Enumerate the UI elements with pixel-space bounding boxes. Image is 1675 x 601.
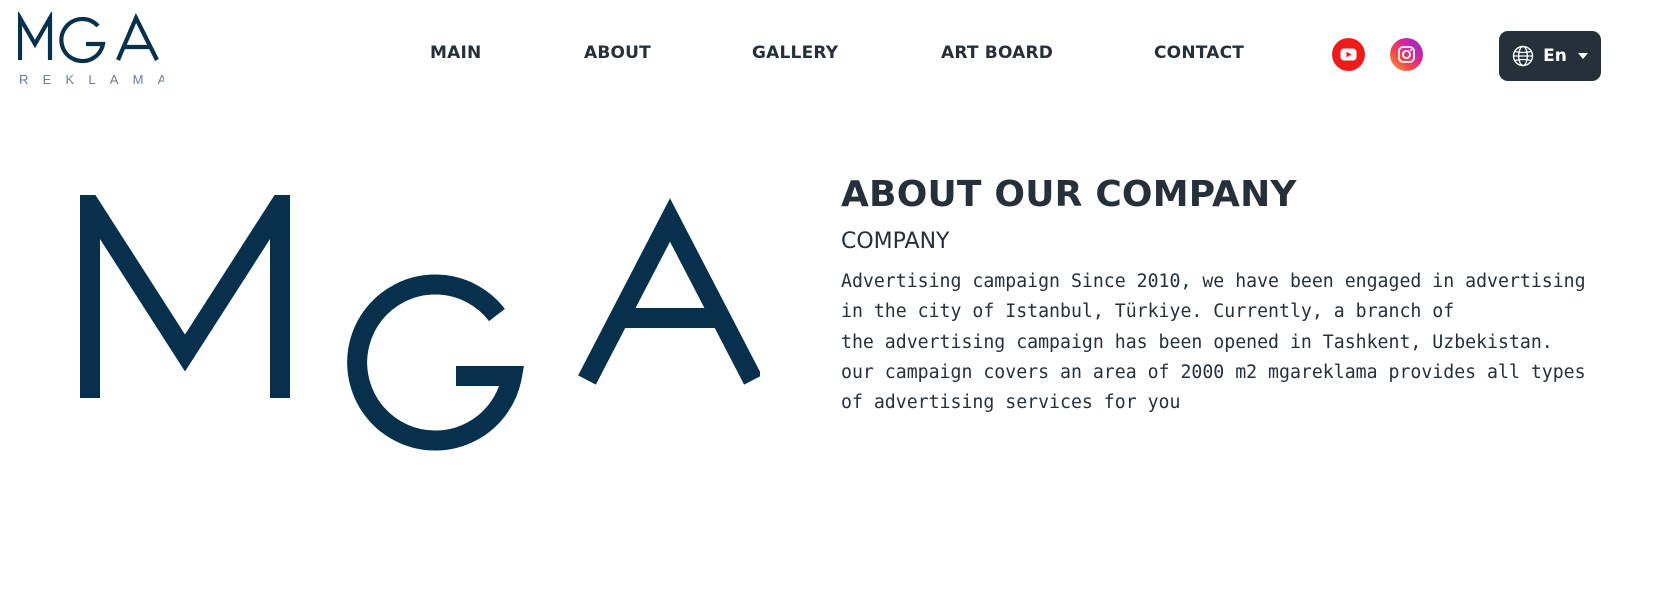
nav-item-contact[interactable]: CONTACT (1154, 43, 1244, 63)
language-label: En (1543, 46, 1567, 66)
globe-icon (1512, 45, 1534, 67)
nav-item-main[interactable]: MAIN (430, 43, 481, 63)
about-paragraph-line: Advertising campaign Since 2010, we have… (841, 271, 1586, 292)
nav-item-art-board[interactable]: ART BOARD (941, 43, 1053, 63)
instagram-icon (1398, 46, 1415, 63)
instagram-link[interactable] (1390, 38, 1423, 71)
nav-item-about[interactable]: ABOUT (584, 43, 651, 63)
hero-logo (80, 195, 760, 475)
nav-item-gallery[interactable]: GALLERY (752, 43, 838, 63)
about-title: ABOUT OUR COMPANY (841, 174, 1297, 215)
about-paragraph-line: our campaign covers an area of 2000 m2 m… (841, 361, 1586, 383)
hero-wordmark-mga (80, 195, 760, 451)
youtube-icon (1340, 48, 1357, 61)
youtube-link[interactable] (1332, 38, 1365, 71)
about-paragraph-line: in the city of Istanbul, Türkiye. Curren… (841, 301, 1455, 323)
about-paragraph: Advertising campaign Since 2010, we have… (841, 267, 1621, 418)
site-header: REKLAMA MAIN ABOUT GALLERY ART BOARD CON… (0, 0, 1675, 110)
language-dropdown[interactable]: En (1499, 31, 1601, 81)
about-paragraph-line: of advertising services for you (841, 392, 1181, 414)
main-nav: MAIN ABOUT GALLERY ART BOARD CONTACT (0, 0, 1675, 110)
chevron-down-icon (1577, 53, 1588, 59)
about-section: ABOUT OUR COMPANY COMPANY Advertising ca… (841, 173, 1621, 418)
about-subtitle: COMPANY (841, 229, 950, 254)
about-paragraph-line: the advertising campaign has been opened… (841, 331, 1553, 353)
